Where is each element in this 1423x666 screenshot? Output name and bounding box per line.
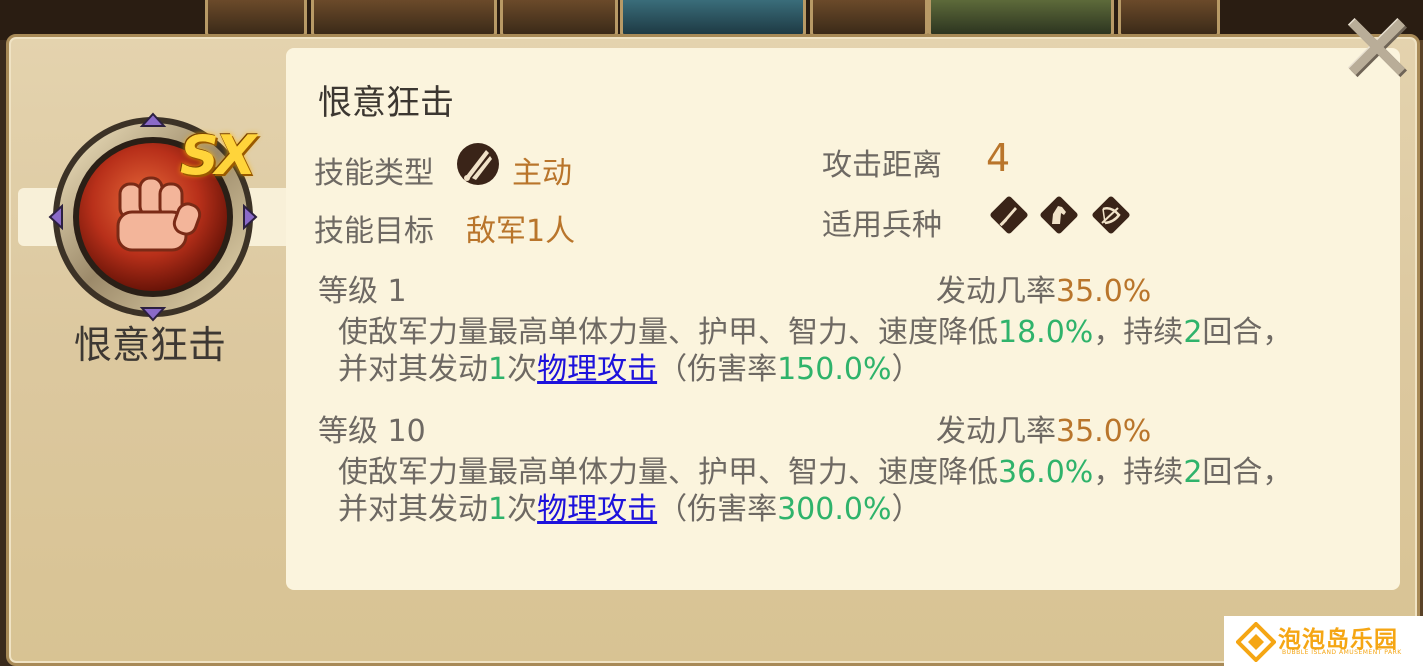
- level-description-line: 并对其发动1次物理攻击（伤害率150.0%）: [338, 352, 922, 387]
- horse-troop-icon: [1040, 196, 1078, 234]
- portrait-thumb[interactable]: [311, 0, 497, 37]
- skill-icon-name: 恨意狂击: [73, 323, 226, 367]
- skill-title: 恨意狂击: [318, 83, 454, 123]
- troop-types-label: 适用兵种: [822, 208, 942, 243]
- level-description-line: 使敌军力量最高单体力量、护甲、智力、速度降低18.0%，持续2回合，: [338, 315, 1293, 350]
- portrait-thumb[interactable]: [500, 0, 618, 37]
- watermark-subtext: BUBBLE ISLAND AMUSEMENT PARK: [1282, 649, 1402, 656]
- physical-attack-link[interactable]: 物理攻击: [537, 492, 657, 527]
- level-description-line: 并对其发动1次物理攻击（伤害率300.0%）: [338, 492, 922, 527]
- physical-attack-link[interactable]: 物理攻击: [537, 352, 657, 387]
- portrait-thumb[interactable]: [810, 0, 928, 37]
- level-label: 等级 1: [318, 274, 407, 309]
- active-skill-icon: [457, 143, 499, 185]
- skill-type-value: 主动: [512, 156, 572, 191]
- trigger-rate: 发动几率35.0%: [936, 274, 1152, 309]
- level-label: 等级 10: [318, 414, 426, 449]
- skill-type-label: 技能类型: [314, 156, 434, 191]
- portrait-thumb[interactable]: [928, 0, 1114, 37]
- trigger-rate: 发动几率35.0%: [936, 414, 1152, 449]
- close-icon[interactable]: ✕: [1337, 1, 1417, 97]
- skill-target-value: 敌军1人: [466, 214, 576, 249]
- watermark-logo-icon: [1236, 622, 1276, 662]
- level-description-line: 使敌军力量最高单体力量、护甲、智力、速度降低36.0%，持续2回合，: [338, 455, 1293, 490]
- portrait-thumb[interactable]: [620, 0, 806, 37]
- portrait-thumb[interactable]: [205, 0, 307, 37]
- bow-troop-icon: [1092, 196, 1130, 234]
- sword-troop-icon: [990, 196, 1028, 234]
- attack-range-label: 攻击距离: [822, 148, 942, 183]
- portrait-thumb[interactable]: [1118, 0, 1220, 37]
- sx-badge: SX: [180, 124, 257, 187]
- attack-range-value: 4: [986, 136, 1011, 180]
- skill-target-label: 技能目标: [314, 214, 434, 249]
